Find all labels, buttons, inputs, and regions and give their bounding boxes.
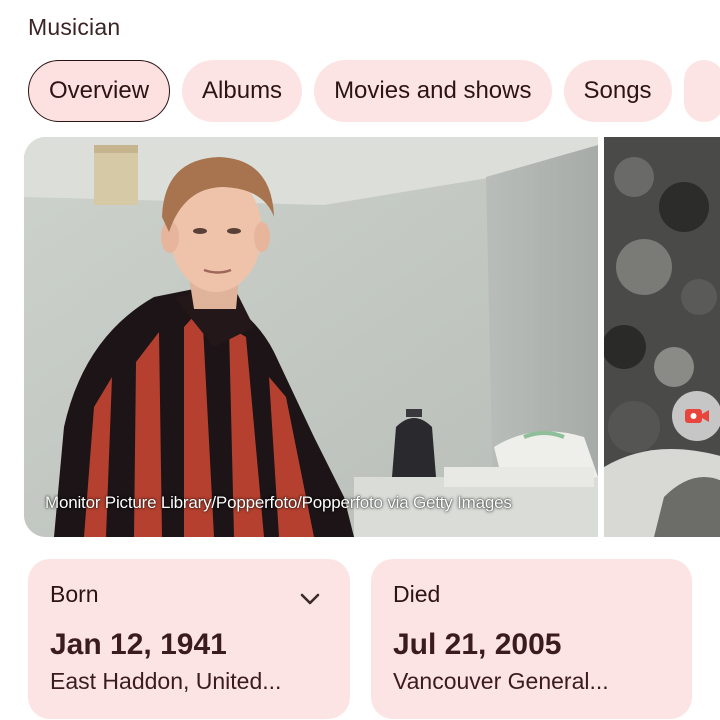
knowledge-panel: Musician Overview Albums Movies and show… [0, 0, 720, 720]
entity-subtitle: Musician [28, 14, 121, 40]
photo-credit: Monitor Picture Library/Popperfoto/Poppe… [45, 493, 512, 512]
born-label: Born [50, 581, 99, 607]
secondary-image [604, 137, 720, 537]
portrait-image [24, 137, 598, 537]
main-photo[interactable]: Monitor Picture Library/Popperfoto/Poppe… [24, 137, 598, 537]
tab-bar: Overview Albums Movies and shows Songs [28, 60, 720, 122]
died-date: Jul 21, 2005 [393, 628, 562, 661]
died-card[interactable]: Died Jul 21, 2005 Vancouver General... [371, 559, 692, 719]
secondary-photo[interactable] [604, 137, 720, 537]
tab-overview[interactable]: Overview [28, 60, 171, 122]
tab-next-partial[interactable] [683, 60, 720, 122]
photo-carousel: Monitor Picture Library/Popperfoto/Poppe… [24, 137, 720, 537]
born-card[interactable]: Born Jan 12, 1941 East Haddon, United... [28, 559, 350, 719]
died-label: Died [393, 581, 441, 607]
died-place: Vancouver General... [393, 668, 609, 694]
tab-albums[interactable]: Albums [182, 60, 303, 122]
tab-songs[interactable]: Songs [563, 60, 672, 122]
chevron-down-icon[interactable] [298, 587, 322, 611]
tab-movies-and-shows[interactable]: Movies and shows [314, 60, 552, 122]
born-place: East Haddon, United... [50, 668, 282, 694]
born-date: Jan 12, 1941 [50, 628, 227, 661]
video-camera-icon [685, 409, 709, 423]
camera-icon[interactable] [672, 391, 720, 441]
